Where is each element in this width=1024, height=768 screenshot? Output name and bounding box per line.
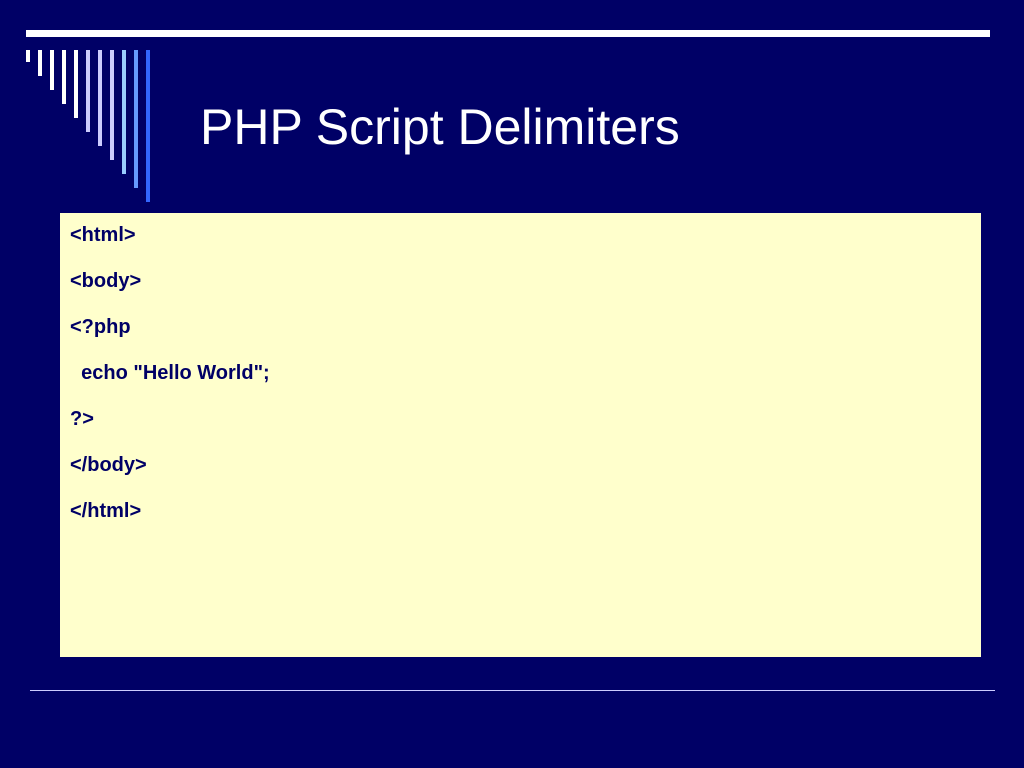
code-line: echo "Hello World"; bbox=[70, 362, 270, 384]
code-line: </html> bbox=[70, 500, 142, 522]
code-line: </body> bbox=[70, 454, 147, 476]
stripe bbox=[110, 50, 114, 160]
stripe bbox=[74, 50, 78, 118]
code-line: <html> bbox=[70, 224, 136, 246]
stripe bbox=[98, 50, 102, 146]
stripe bbox=[86, 50, 90, 132]
slide-title: PHP Script Delimiters bbox=[200, 99, 680, 155]
stripe bbox=[50, 50, 54, 90]
code-line: ?> bbox=[70, 408, 94, 430]
stripe bbox=[62, 50, 66, 104]
stripe bbox=[122, 50, 126, 174]
code-box: <html> <body> <?php echo "Hello World"; … bbox=[60, 213, 981, 657]
code-line: <body> bbox=[70, 270, 142, 292]
top-rule bbox=[26, 30, 990, 37]
stripe bbox=[146, 50, 150, 202]
stripe bbox=[38, 50, 42, 76]
bottom-rule bbox=[30, 690, 995, 691]
stripe bbox=[134, 50, 138, 188]
code-line: <?php bbox=[70, 316, 131, 338]
stripe bbox=[26, 50, 30, 62]
decorative-stripes bbox=[26, 50, 166, 210]
code-block: <html> <body> <?php echo "Hello World"; … bbox=[70, 223, 270, 545]
